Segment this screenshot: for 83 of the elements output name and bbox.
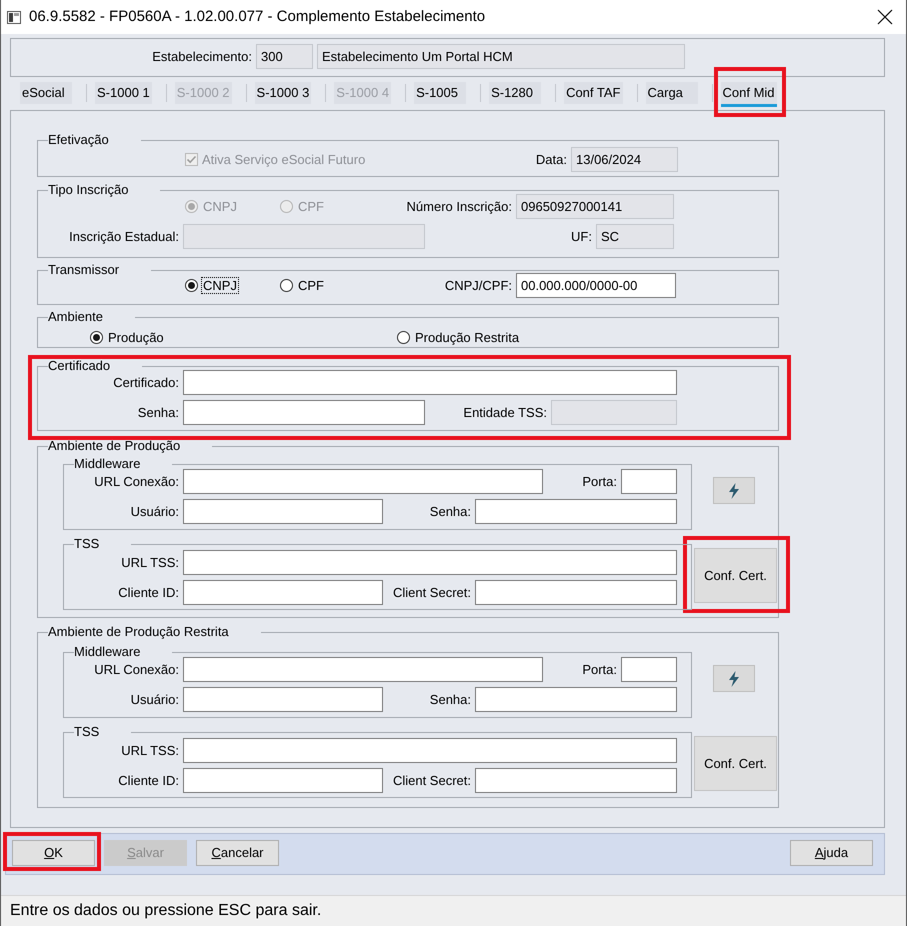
radio-button[interactable] — [185, 279, 198, 292]
field-label: Client Secret: — [392, 584, 471, 600]
field-label: URL TSS: — [121, 554, 179, 570]
field-label: Cliente ID: — [118, 772, 179, 788]
group-label: Certificado — [48, 359, 110, 373]
lightning-button[interactable] — [713, 477, 755, 504]
field-label: CNPJ/CPF: — [444, 278, 512, 294]
group-label: TSS — [74, 537, 100, 551]
field-label: Client Secret: — [392, 772, 471, 788]
text-field[interactable] — [183, 738, 677, 763]
radio-label[interactable]: Produção — [106, 328, 166, 346]
group-label: Middleware — [74, 645, 140, 659]
text-field[interactable] — [183, 370, 677, 395]
status-text: Entre os dados ou pressione ESC para sair. — [10, 901, 322, 921]
group-label: Transmissor — [48, 263, 120, 277]
window-icon — [7, 10, 21, 24]
tab[interactable]: S-1005 — [414, 82, 466, 107]
radio-label[interactable]: CPF — [296, 277, 326, 294]
radio-button[interactable] — [90, 330, 103, 344]
field-label: Certificado: — [113, 374, 179, 390]
config-button[interactable]: Conf. Cert. — [694, 736, 777, 791]
radio-button[interactable] — [397, 330, 410, 344]
tab[interactable]: Conf Mid — [720, 82, 777, 107]
help-button[interactable]: Ajuda — [790, 840, 873, 866]
tab[interactable]: S-1000 3 — [254, 82, 312, 107]
text-field[interactable] — [183, 768, 383, 793]
text-field[interactable] — [183, 580, 383, 605]
group-label: TSS — [74, 725, 100, 739]
field-label: URL TSS: — [121, 742, 179, 758]
text-field[interactable] — [183, 550, 677, 575]
field-label: Data: — [536, 152, 567, 168]
group-label: Ambiente — [48, 310, 103, 324]
radio-label[interactable]: Produção Restrita — [413, 328, 522, 346]
text-field[interactable] — [183, 469, 543, 494]
text-field[interactable] — [183, 499, 383, 524]
field-label: Usuário: — [130, 692, 179, 708]
tab[interactable]: Carga — [646, 82, 698, 107]
close-button[interactable] — [877, 9, 893, 25]
text-field[interactable]: 300 — [256, 44, 313, 69]
dialog-button[interactable]: Cancelar — [196, 840, 279, 866]
close-icon — [877, 9, 893, 25]
group-label: Ambiente de Produção — [48, 439, 180, 453]
field-label: URL Conexão: — [94, 662, 179, 678]
field-label: Senha: — [430, 692, 471, 708]
text-field[interactable]: 00.000.000/0000-00 — [516, 273, 676, 298]
field-label: Senha: — [430, 504, 471, 520]
text-field[interactable] — [475, 580, 677, 605]
text-field[interactable] — [183, 687, 383, 712]
group-label: Efetivação — [48, 133, 109, 147]
tab[interactable]: S-1280 — [489, 82, 542, 107]
text-field[interactable] — [475, 687, 677, 712]
field-label: Usuário: — [130, 504, 179, 520]
lightning-icon — [728, 482, 740, 498]
text-field[interactable] — [475, 499, 677, 524]
group-label: Tipo Inscrição — [48, 183, 128, 197]
field-label: Porta: — [582, 662, 617, 678]
radio-button[interactable] — [280, 279, 293, 292]
group-label: Ambiente de Produção Restrita — [48, 625, 229, 639]
tab[interactable]: eSocial — [20, 82, 72, 107]
field-label: Senha: — [138, 404, 179, 420]
lightning-icon — [728, 670, 740, 686]
field-label: URL Conexão: — [94, 474, 179, 490]
radio-label[interactable]: CNPJ — [201, 277, 239, 294]
window-title: 06.9.5582 - FP0560A - 1.02.00.077 - Complemento Estabelecimento — [29, 8, 486, 26]
text-field[interactable]: Estabelecimento Um Portal HCM — [317, 44, 685, 69]
field-label: UF: — [571, 228, 592, 244]
config-button[interactable]: Conf. Cert. — [694, 548, 777, 603]
dialog-button[interactable]: OK — [12, 840, 95, 866]
field-label: Porta: — [582, 474, 617, 490]
lightning-button[interactable] — [713, 665, 755, 692]
field-label: Entidade TSS: — [463, 404, 547, 420]
tab[interactable]: Conf TAF — [564, 82, 622, 107]
text-field[interactable] — [621, 657, 677, 682]
group-label: Middleware — [74, 457, 140, 471]
text-field[interactable] — [621, 469, 677, 494]
field-label: Número Inscrição: — [406, 198, 512, 214]
field-label: Estabelecimento: — [152, 48, 252, 64]
text-field[interactable] — [183, 400, 425, 425]
field-label: Cliente ID: — [118, 584, 179, 600]
text-field[interactable] — [475, 768, 677, 793]
field-label: Inscrição Estadual: — [69, 228, 179, 244]
text-field[interactable] — [183, 657, 543, 682]
tab[interactable]: S-1000 1 — [95, 82, 152, 107]
